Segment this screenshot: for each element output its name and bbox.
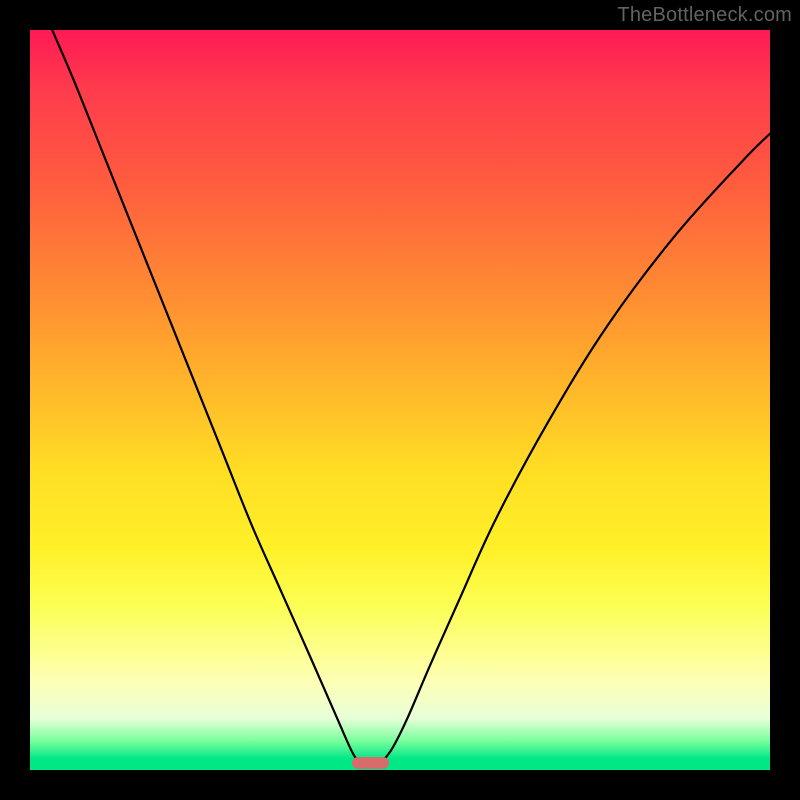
attribution-label: TheBottleneck.com: [617, 4, 792, 27]
right-branch-curve: [382, 134, 771, 763]
bottleneck-marker: [352, 757, 389, 769]
chart-frame: TheBottleneck.com: [0, 0, 800, 800]
plot-area: [30, 30, 770, 770]
curve-layer: [30, 30, 770, 770]
left-branch-curve: [52, 30, 359, 763]
